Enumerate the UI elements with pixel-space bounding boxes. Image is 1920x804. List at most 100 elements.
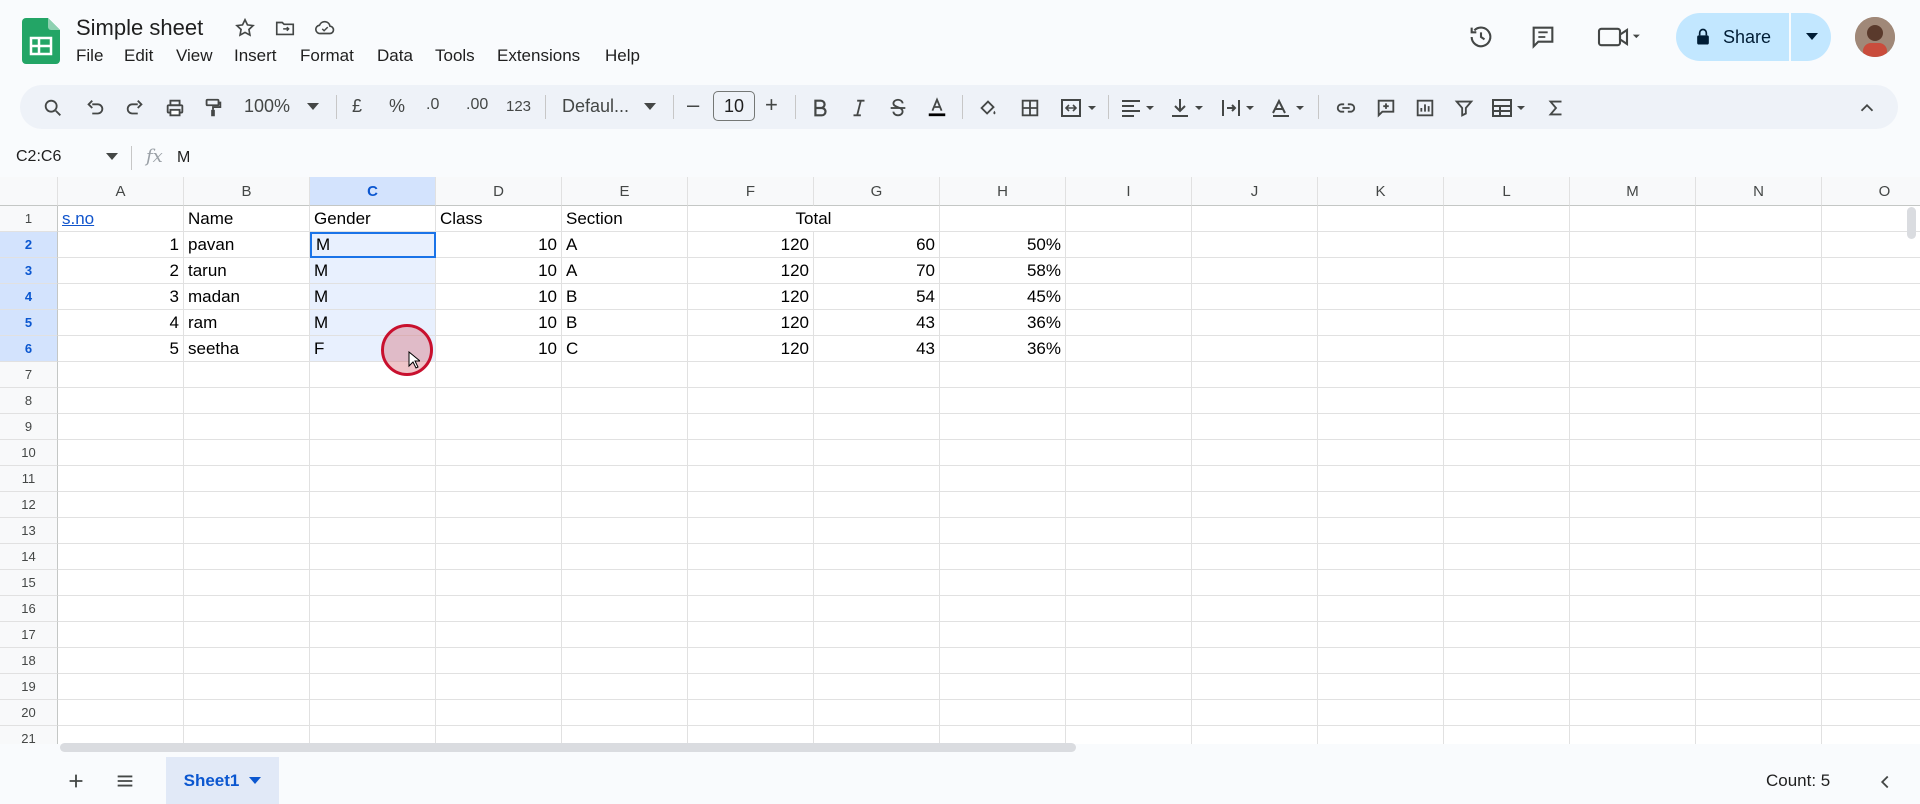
row-header-21[interactable]: 21 (0, 726, 58, 744)
data-cell-a[interactable]: 5 (58, 336, 184, 362)
cell[interactable] (1570, 570, 1696, 596)
cell[interactable] (1318, 258, 1444, 284)
cell[interactable] (1444, 336, 1570, 362)
cell[interactable] (1318, 726, 1444, 744)
cell[interactable] (184, 570, 310, 596)
cell[interactable] (1570, 596, 1696, 622)
version-history-icon[interactable] (1465, 21, 1497, 53)
cell[interactable] (1192, 492, 1318, 518)
cell[interactable] (1066, 518, 1192, 544)
table-icon[interactable] (1488, 94, 1532, 122)
column-header-g[interactable]: G (814, 177, 940, 206)
cell[interactable] (310, 622, 436, 648)
cell[interactable] (1822, 310, 1920, 336)
cell[interactable] (940, 440, 1066, 466)
row-header-5[interactable]: 5 (0, 310, 58, 336)
cell[interactable] (562, 648, 688, 674)
cell[interactable] (562, 674, 688, 700)
cell[interactable] (1066, 492, 1192, 518)
cell[interactable] (58, 544, 184, 570)
header-cell-c[interactable]: Gender (310, 206, 436, 232)
data-cell-b[interactable]: pavan (184, 232, 310, 258)
cell[interactable] (436, 440, 562, 466)
row-header-3[interactable]: 3 (0, 258, 58, 284)
cell[interactable] (436, 466, 562, 492)
cell[interactable] (1696, 232, 1822, 258)
cell[interactable] (1192, 544, 1318, 570)
cell[interactable] (1192, 466, 1318, 492)
data-cell-h[interactable]: 36% (940, 336, 1066, 362)
data-cell-f[interactable]: 120 (688, 258, 814, 284)
borders-icon[interactable] (1016, 94, 1044, 122)
menu-view[interactable]: View (176, 46, 213, 66)
cell[interactable] (688, 492, 814, 518)
cell[interactable] (940, 414, 1066, 440)
comments-icon[interactable] (1527, 21, 1559, 53)
cell[interactable] (310, 570, 436, 596)
cell[interactable] (940, 622, 1066, 648)
cell[interactable] (1444, 232, 1570, 258)
data-cell-g[interactable]: 70 (814, 258, 940, 284)
row-header-6[interactable]: 6 (0, 336, 58, 362)
cell[interactable] (310, 700, 436, 726)
cell[interactable] (1066, 362, 1192, 388)
cell[interactable] (310, 674, 436, 700)
cell[interactable] (1570, 492, 1696, 518)
cell[interactable] (1444, 492, 1570, 518)
cell[interactable] (940, 596, 1066, 622)
italic-icon[interactable] (845, 94, 873, 122)
zoom-select[interactable]: 100% (244, 96, 290, 117)
data-cell-d[interactable]: 10 (436, 258, 562, 284)
data-cell-g[interactable]: 43 (814, 336, 940, 362)
percent-format-button[interactable]: % (389, 96, 405, 117)
cell[interactable] (562, 700, 688, 726)
column-header-f[interactable]: F (688, 177, 814, 206)
decrease-decimal-button[interactable]: .0 (426, 96, 439, 114)
increase-decimal-button[interactable]: .00 (466, 96, 488, 114)
cell[interactable] (1696, 544, 1822, 570)
cell[interactable] (562, 466, 688, 492)
row-header-2[interactable]: 2 (0, 232, 58, 258)
cell[interactable] (1822, 518, 1920, 544)
cell[interactable] (814, 518, 940, 544)
cell[interactable] (940, 570, 1066, 596)
cell[interactable] (1570, 388, 1696, 414)
cell[interactable] (1444, 674, 1570, 700)
cell[interactable] (1570, 440, 1696, 466)
data-cell-a[interactable]: 4 (58, 310, 184, 336)
share-button[interactable]: Share (1676, 13, 1831, 61)
cloud-status-icon[interactable] (312, 15, 338, 41)
row-header-19[interactable]: 19 (0, 674, 58, 700)
cell[interactable] (1696, 466, 1822, 492)
data-cell-c[interactable]: M (310, 258, 436, 284)
name-box[interactable]: C2:C6 (16, 148, 61, 166)
cell[interactable] (1192, 414, 1318, 440)
cell[interactable] (310, 596, 436, 622)
cell[interactable] (562, 440, 688, 466)
cell[interactable] (1696, 440, 1822, 466)
row-header-14[interactable]: 14 (0, 544, 58, 570)
column-header-m[interactable]: M (1570, 177, 1696, 206)
cell[interactable] (1192, 674, 1318, 700)
cell[interactable] (1444, 726, 1570, 744)
cell[interactable] (1192, 440, 1318, 466)
cell[interactable] (1822, 362, 1920, 388)
row-header-17[interactable]: 17 (0, 622, 58, 648)
cell[interactable] (1192, 388, 1318, 414)
cell[interactable] (1066, 336, 1192, 362)
data-cell-d[interactable]: 10 (436, 336, 562, 362)
cell[interactable] (1192, 518, 1318, 544)
cell[interactable] (1570, 414, 1696, 440)
cell[interactable] (1318, 440, 1444, 466)
column-header-o[interactable]: O (1822, 177, 1920, 206)
cell[interactable] (940, 700, 1066, 726)
data-cell-h[interactable]: 58% (940, 258, 1066, 284)
cell[interactable] (1822, 414, 1920, 440)
cell[interactable] (310, 414, 436, 440)
cell[interactable] (1192, 700, 1318, 726)
cell[interactable] (940, 362, 1066, 388)
cell[interactable] (1570, 284, 1696, 310)
row-header-16[interactable]: 16 (0, 596, 58, 622)
cell[interactable] (1570, 726, 1696, 744)
search-menus-icon[interactable] (40, 95, 66, 121)
